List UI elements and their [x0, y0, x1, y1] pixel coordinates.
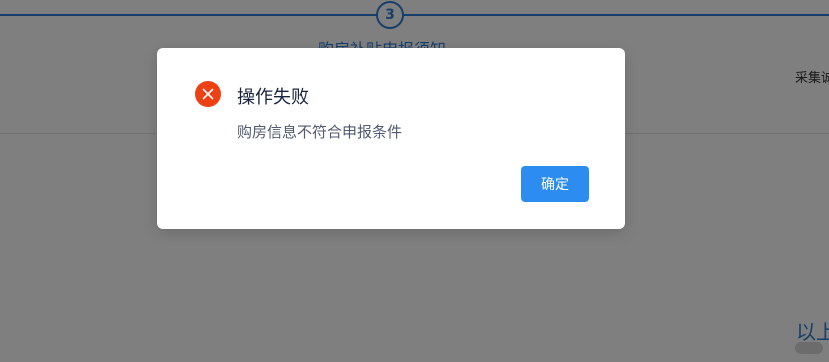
dialog-message: 购房信息不符合申报条件 [237, 123, 403, 141]
ok-button[interactable]: 确定 [521, 166, 589, 202]
error-circle-icon [195, 81, 221, 107]
page: 3 购房补贴申报须知 采集诚 以上 操作失败 购房信息不符合申报条件 确定 [0, 0, 829, 362]
error-dialog: 操作失败 购房信息不符合申报条件 确定 [157, 48, 625, 229]
dialog-title: 操作失败 [237, 87, 309, 108]
